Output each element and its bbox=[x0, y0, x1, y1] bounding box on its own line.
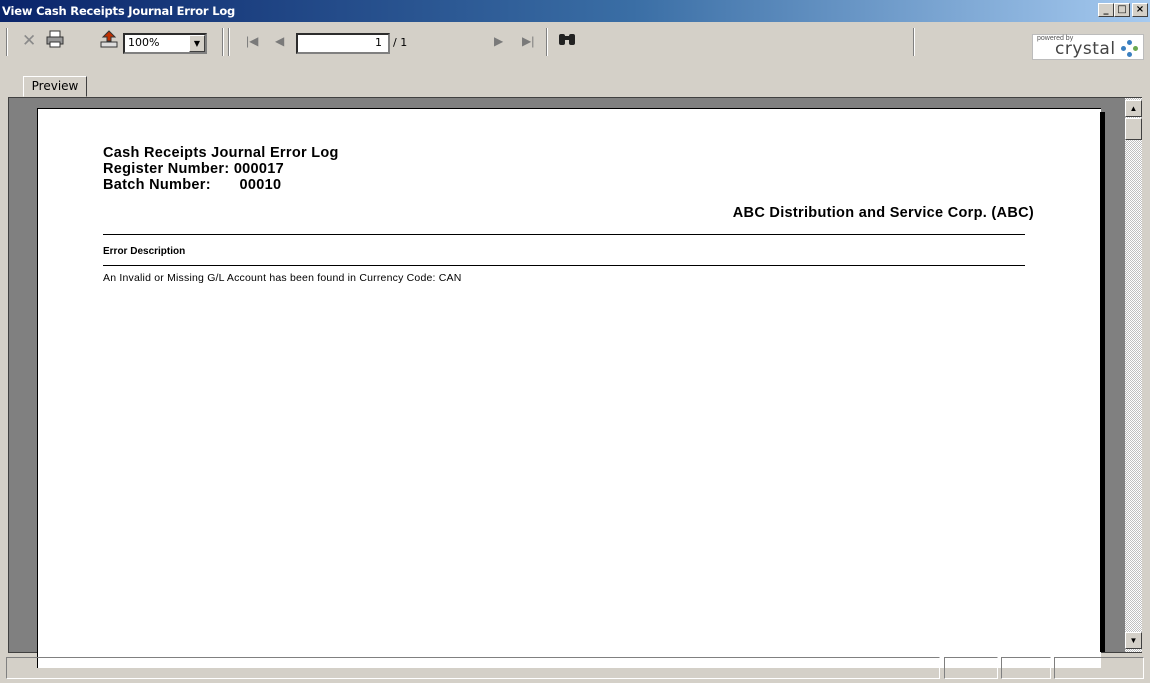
status-panel bbox=[1054, 657, 1144, 679]
page-number-input[interactable]: 1 bbox=[296, 33, 390, 54]
batch-label: Batch Number: bbox=[103, 177, 211, 193]
crystal-dots-icon bbox=[1121, 40, 1139, 58]
company-name: ABC Distribution and Service Corp. (ABC) bbox=[732, 205, 1034, 221]
page-shadow bbox=[1100, 112, 1105, 652]
next-page-icon[interactable]: ▶ bbox=[494, 34, 503, 48]
batch-value: 00010 bbox=[239, 177, 282, 193]
toolbar: ✕ 100% ▼ |◀ ◀ 1 / 1 ▶ ▶| powered by crys… bbox=[0, 22, 1150, 76]
toolbar-separator bbox=[6, 28, 8, 56]
first-page-icon[interactable]: |◀ bbox=[246, 34, 258, 48]
last-page-icon[interactable]: ▶| bbox=[522, 34, 534, 48]
print-icon[interactable] bbox=[46, 30, 64, 50]
error-row: An Invalid or Missing G/L Account has be… bbox=[103, 272, 462, 284]
report-viewer-window: View Cash Receipts Journal Error Log _ □… bbox=[0, 0, 1150, 683]
page-current: 1 bbox=[375, 36, 382, 49]
scroll-up-icon[interactable]: ▲ bbox=[1125, 100, 1142, 117]
search-binoculars-icon[interactable] bbox=[558, 32, 576, 52]
scroll-down-icon[interactable]: ▼ bbox=[1125, 632, 1142, 649]
register-label: Register Number: bbox=[103, 161, 230, 177]
title-bar[interactable]: View Cash Receipts Journal Error Log _ □… bbox=[0, 0, 1150, 22]
close-report-icon[interactable]: ✕ bbox=[22, 31, 36, 51]
zoom-dropdown-button[interactable]: ▼ bbox=[189, 35, 205, 52]
status-panel bbox=[1001, 657, 1051, 679]
crystal-logo: powered by crystal bbox=[1032, 34, 1144, 60]
toolbar-separator bbox=[228, 28, 230, 56]
scroll-thumb[interactable] bbox=[1125, 118, 1142, 140]
register-value: 000017 bbox=[233, 161, 284, 177]
status-panel bbox=[944, 657, 998, 679]
register-number-line: Register Number: 000017 bbox=[103, 161, 339, 177]
report-viewport: Cash Receipts Journal Error Log Register… bbox=[8, 97, 1142, 668]
window-controls: _ □ × bbox=[1098, 3, 1148, 17]
header-divider bbox=[103, 234, 1025, 235]
tab-preview[interactable]: Preview bbox=[23, 76, 87, 97]
report-page: Cash Receipts Journal Error Log Register… bbox=[37, 108, 1101, 668]
window-title: View Cash Receipts Journal Error Log bbox=[2, 4, 236, 18]
batch-number-line: Batch Number: 00010 bbox=[103, 177, 339, 193]
status-bar bbox=[0, 655, 1150, 683]
toolbar-separator bbox=[913, 28, 915, 56]
minimize-button[interactable]: _ bbox=[1098, 3, 1114, 17]
vertical-scrollbar[interactable]: ▲ ▼ bbox=[1125, 98, 1142, 652]
zoom-select[interactable]: 100% ▼ bbox=[123, 33, 207, 54]
column-header-error-description: Error Description bbox=[103, 246, 186, 257]
zoom-value: 100% bbox=[128, 36, 160, 49]
status-panel-main bbox=[6, 657, 940, 679]
toolbar-separator bbox=[546, 28, 548, 56]
logo-text: crystal bbox=[1055, 39, 1116, 59]
column-divider bbox=[103, 265, 1025, 266]
report-title: Cash Receipts Journal Error Log bbox=[103, 145, 339, 161]
maximize-button[interactable]: □ bbox=[1114, 3, 1130, 17]
toolbar-separator bbox=[222, 28, 224, 56]
export-icon[interactable] bbox=[100, 30, 118, 50]
report-header: Cash Receipts Journal Error Log Register… bbox=[103, 145, 339, 193]
previous-page-icon[interactable]: ◀ bbox=[275, 34, 284, 48]
close-button[interactable]: × bbox=[1132, 3, 1148, 17]
page-total: / 1 bbox=[393, 36, 408, 49]
